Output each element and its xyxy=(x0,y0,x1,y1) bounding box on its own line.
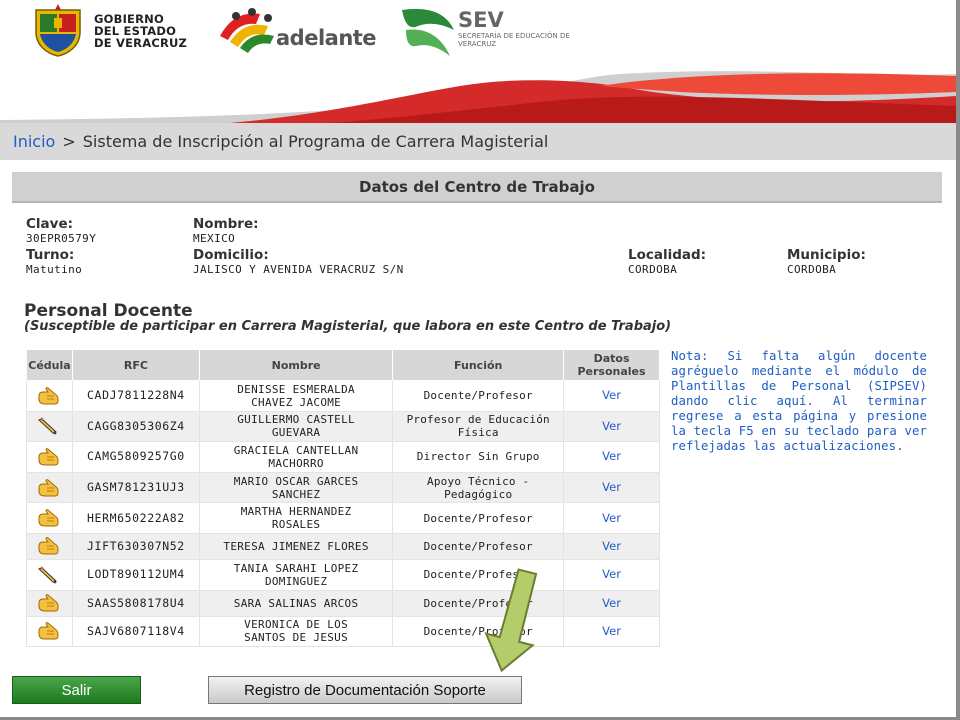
nombre-label: Nombre: xyxy=(193,216,259,232)
rfc-cell: SAAS5808178U4 xyxy=(71,589,200,617)
table-row: CADJ7811228N4 DENISSE ESMERALDA CHAVEZ JAC… xyxy=(26,380,660,412)
domicilio-value: JALISCO Y AVENIDA VERACRUZ S/N xyxy=(193,263,404,276)
turno-value: Matutino xyxy=(26,263,83,276)
ver-link[interactable]: Ver xyxy=(563,380,660,412)
ver-link[interactable]: Ver xyxy=(563,471,660,504)
hand-pointer-icon[interactable] xyxy=(26,380,73,412)
ver-link[interactable]: Ver xyxy=(563,532,660,560)
header-swoosh xyxy=(0,71,956,123)
ver-link[interactable]: Ver xyxy=(563,615,660,648)
clave-field: Clave: 30EPR0579Y xyxy=(26,216,97,246)
funcion-cell: Docente/Profesor xyxy=(392,380,565,412)
ver-link[interactable]: Ver xyxy=(563,589,660,617)
col-rfc: RFC xyxy=(71,349,200,381)
rfc-cell: GASM781231UJ3 xyxy=(71,471,200,504)
ver-link[interactable]: Ver xyxy=(563,558,660,591)
pencil-icon[interactable] xyxy=(26,410,73,443)
table-row: LODT890112UM4 TANIA SARAHI LOPEZ DOMINGUEZ… xyxy=(26,558,660,591)
pointer-arrow-annotation xyxy=(484,568,538,673)
localidad-label: Localidad: xyxy=(628,247,707,263)
adelante-wordmark: adelante xyxy=(276,26,377,50)
nombre-cell: VERONICA DE LOS SANTOS DE JESUS xyxy=(198,615,394,648)
table-row: SAJV6807118V4 VERONICA DE LOS SANTOS DE JE… xyxy=(26,615,660,648)
localidad-value: CORDOBA xyxy=(628,263,678,276)
table-row: CAMG5809257G0 GRACIELA CANTELLAN MACHORRO D… xyxy=(26,441,660,473)
registro-documentacion-button[interactable]: Registro de Documentación Soporte xyxy=(208,676,522,704)
domicilio-field: Domicilio: JALISCO Y AVENIDA VERACRUZ S/… xyxy=(193,247,404,277)
salir-button[interactable]: Salir xyxy=(12,676,141,704)
ver-link[interactable]: Ver xyxy=(563,502,660,534)
sev-leaf-icon xyxy=(402,8,454,56)
ver-link[interactable]: Ver xyxy=(563,410,660,443)
municipio-field: Municipio: CORDOBA xyxy=(787,247,866,277)
rfc-cell: CAMG5809257G0 xyxy=(71,441,200,473)
personal-docente-subtitle: (Susceptible de participar en Carrera Ma… xyxy=(24,319,672,334)
nombre-cell: MARTHA HERNANDEZ ROSALES xyxy=(198,502,394,534)
nombre-cell: GUILLERMO CASTELL GUEVARA xyxy=(198,410,394,443)
table-row: GASM781231UJ3 MARIO OSCAR GARCES SANCHEZ Ap… xyxy=(26,471,660,504)
clave-value: 30EPR0579Y xyxy=(26,232,97,245)
breadcrumb-separator: > xyxy=(62,132,76,151)
rfc-cell: CADJ7811228N4 xyxy=(71,380,200,412)
adelante-logo: adelante xyxy=(216,6,386,54)
col-cedula: Cédula xyxy=(26,349,73,381)
sev-subtitle: SECRETARÍA DE EDUCACIÓN DE VERACRUZ xyxy=(458,32,570,48)
nombre-cell: TANIA SARAHI LOPEZ DOMINGUEZ xyxy=(198,558,394,591)
table-row: CAGG8305306Z4 GUILLERMO CASTELL GUEVARA Pro… xyxy=(26,410,660,443)
funcion-cell: Director Sin Grupo xyxy=(392,441,565,473)
note-text[interactable]: Nota: Si falta algún docente agréguelo m… xyxy=(671,349,927,454)
domicilio-label: Domicilio: xyxy=(193,247,269,263)
breadcrumb-current: Sistema de Inscripción al Programa de Ca… xyxy=(82,132,549,151)
rfc-cell: LODT890112UM4 xyxy=(71,558,200,591)
sev-wordmark: SEV xyxy=(458,8,504,32)
rfc-cell: CAGG8305306Z4 xyxy=(71,410,200,443)
rfc-cell: HERM650222A82 xyxy=(71,502,200,534)
municipio-value: CORDOBA xyxy=(787,263,837,276)
breadcrumb-home-link[interactable]: Inicio xyxy=(13,132,55,151)
pencil-icon[interactable] xyxy=(26,558,73,591)
hand-pointer-icon[interactable] xyxy=(26,615,73,648)
nombre-cell: SARA SALINAS ARCOS xyxy=(198,589,394,617)
col-funcion: Función xyxy=(392,349,565,381)
hand-pointer-icon[interactable] xyxy=(26,532,73,560)
clave-label: Clave: xyxy=(26,216,73,232)
col-datos-personales: Datos Personales xyxy=(563,349,660,381)
municipio-label: Municipio: xyxy=(787,247,866,263)
nombre-value: MEXICO xyxy=(193,232,236,245)
funcion-cell: Docente/Profesor xyxy=(392,502,565,534)
hand-pointer-icon[interactable] xyxy=(26,471,73,504)
table-header-row: Cédula RFC Nombre Función Datos Personal… xyxy=(26,349,660,381)
veracruz-shield-icon xyxy=(35,4,81,57)
nombre-field: Nombre: MEXICO xyxy=(193,216,259,246)
breadcrumb: Inicio > Sistema de Inscripción al Progr… xyxy=(0,123,956,160)
turno-field: Turno: Matutino xyxy=(26,247,83,277)
nombre-cell: MARIO OSCAR GARCES SANCHEZ xyxy=(198,471,394,504)
table-row: JIFT630307N52 TERESA JIMENEZ FLORES Docent… xyxy=(26,532,660,560)
hand-pointer-icon[interactable] xyxy=(26,589,73,617)
localidad-field: Localidad: CORDOBA xyxy=(628,247,707,277)
rfc-cell: JIFT630307N52 xyxy=(71,532,200,560)
gobierno-text: GOBIERNO DEL ESTADO DE VERACRUZ xyxy=(94,12,188,50)
col-nombre: Nombre xyxy=(198,349,394,381)
funcion-cell: Profesor de Educación Física xyxy=(392,410,565,443)
staff-table: Cédula RFC Nombre Función Datos Personal… xyxy=(26,349,660,648)
funcion-cell: Docente/Profesor xyxy=(392,532,565,560)
ver-link[interactable]: Ver xyxy=(563,441,660,473)
sev-logo: SEV SECRETARÍA DE EDUCACIÓN DE VERACRUZ xyxy=(400,4,600,58)
table-row: HERM650222A82 MARTHA HERNANDEZ ROSALES Doce… xyxy=(26,502,660,534)
funcion-cell: Apoyo Técnico - Pedagógico xyxy=(392,471,565,504)
hand-pointer-icon[interactable] xyxy=(26,441,73,473)
turno-label: Turno: xyxy=(26,247,75,263)
site-header: GOBIERNO DEL ESTADO DE VERACRUZ adelante… xyxy=(0,0,956,123)
hand-pointer-icon[interactable] xyxy=(26,502,73,534)
gobierno-veracruz-logo: GOBIERNO DEL ESTADO DE VERACRUZ xyxy=(30,4,187,58)
nombre-cell: DENISSE ESMERALDA CHAVEZ JACOME xyxy=(198,380,394,412)
nombre-cell: GRACIELA CANTELLAN MACHORRO xyxy=(198,441,394,473)
rfc-cell: SAJV6807118V4 xyxy=(71,615,200,648)
right-border xyxy=(956,0,960,720)
nombre-cell: TERESA JIMENEZ FLORES xyxy=(198,532,394,560)
table-row: SAAS5808178U4 SARA SALINAS ARCOS Docente/P… xyxy=(26,589,660,617)
personal-docente-title: Personal Docente xyxy=(24,301,193,321)
section-title: Datos del Centro de Trabajo xyxy=(12,172,942,203)
